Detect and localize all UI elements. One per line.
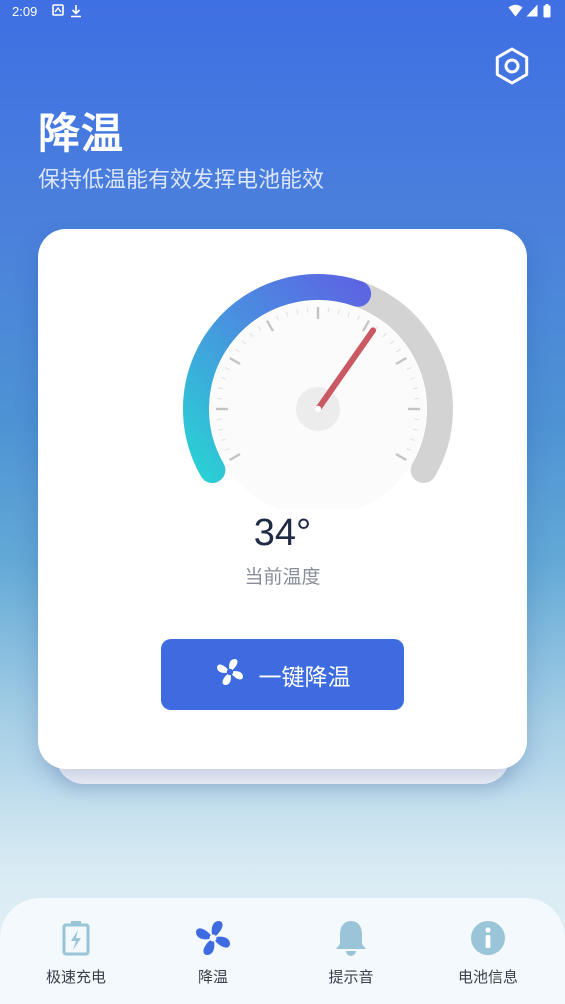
nav-label-cool-down: 降温 <box>197 968 228 986</box>
bottom-navigation: 极速充电 降温 提示音 电池信息 <box>0 898 565 1004</box>
fan-icon <box>193 918 233 958</box>
page-title: 降温 <box>38 109 125 158</box>
fan-icon <box>215 657 245 693</box>
nav-item-cool-down[interactable]: 降温 <box>158 918 268 998</box>
gauge-tick <box>327 307 330 313</box>
gear-icon <box>492 46 532 90</box>
nav-item-alert-sound[interactable]: 提示音 <box>296 918 406 998</box>
cool-button-label: 一键降温 <box>258 664 351 691</box>
one-click-cool-button[interactable]: 一键降温 <box>161 639 404 710</box>
temperature-card: 34° 当前温度 一键降温 <box>38 229 527 769</box>
battery-charging-icon <box>56 918 96 958</box>
gauge-tick <box>306 307 309 313</box>
notification-icon <box>52 4 64 20</box>
current-temperature: 34° <box>253 512 312 554</box>
settings-button[interactable] <box>490 46 534 90</box>
gauge-tick <box>414 418 420 421</box>
info-icon <box>468 918 508 958</box>
current-temperature-label: 当前温度 <box>244 566 321 588</box>
bell-icon <box>331 918 371 958</box>
battery-status-icon <box>543 4 551 22</box>
download-icon <box>70 4 82 22</box>
signal-icon <box>526 4 538 21</box>
nav-label-alert-sound: 提示音 <box>328 968 374 986</box>
page-subtitle: 保持低温能有效发挥电池能效 <box>38 168 325 193</box>
nav-item-battery-info[interactable]: 电池信息 <box>433 918 543 998</box>
gauge-tick <box>216 418 222 421</box>
status-bar: 2:09 <box>0 0 565 24</box>
needle-pin <box>314 405 322 413</box>
nav-label-fast-charge: 极速充电 <box>45 968 106 986</box>
nav-label-battery-info: 电池信息 <box>457 968 518 986</box>
nav-item-fast-charge[interactable]: 极速充电 <box>21 918 131 998</box>
temperature-gauge <box>183 274 453 509</box>
gauge-tick <box>414 397 420 400</box>
gauge-tick <box>216 397 222 400</box>
wifi-icon <box>508 4 523 21</box>
status-time: 2:09 <box>12 4 38 19</box>
